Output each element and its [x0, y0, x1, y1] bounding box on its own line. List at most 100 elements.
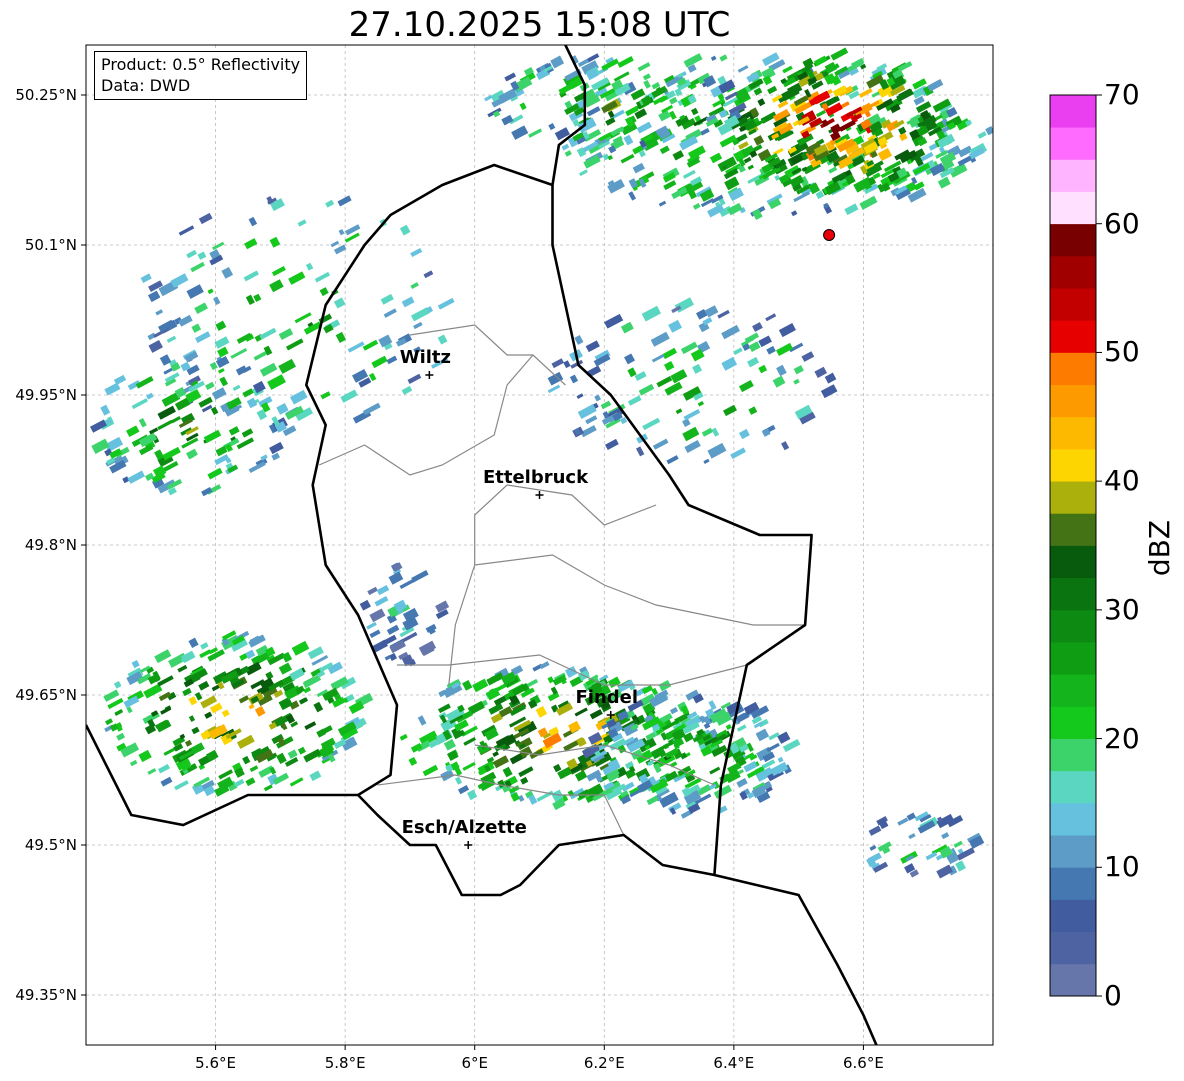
lat-tick-label: 49.35°N: [15, 986, 77, 1004]
echo-cell: [635, 446, 645, 457]
echo-cell: [586, 106, 601, 117]
echo-cell: [305, 262, 314, 271]
echo-cell: [604, 313, 624, 329]
echo-cell: [89, 419, 107, 433]
echo-cell: [651, 353, 665, 363]
neighbour-border: [714, 873, 878, 1045]
echo-cell: [380, 293, 394, 305]
echo-cell: [956, 847, 975, 861]
echo-cell: [104, 382, 121, 396]
echo-cell: [218, 769, 234, 780]
echo-cell: [709, 766, 721, 775]
echo-cell: [411, 570, 429, 583]
echo-cell: [359, 599, 371, 611]
echo-cell: [113, 680, 122, 689]
echo-cell: [362, 339, 379, 351]
echo-cell: [738, 380, 754, 393]
city-label: Findel: [575, 687, 639, 708]
echo-cell: [314, 271, 331, 283]
echo-cell: [576, 736, 586, 747]
echo-cell: [454, 776, 463, 785]
echo-cell: [953, 840, 963, 848]
echo-cell: [408, 756, 418, 766]
echo-cell: [753, 135, 765, 146]
echo-cell: [869, 844, 877, 851]
echo-cell: [244, 238, 258, 250]
echo-cell: [941, 832, 950, 840]
echo-cell: [564, 150, 572, 157]
echo-cell: [207, 467, 223, 480]
echo-cell: [594, 394, 601, 402]
echo-cell: [730, 447, 746, 460]
colorbar-segment: [1050, 384, 1096, 418]
echo-cell: [369, 608, 386, 623]
echo-cell: [186, 284, 204, 299]
echo-cell: [659, 145, 670, 155]
echo-cell: [781, 441, 790, 451]
echo-cell: [492, 755, 509, 769]
colorbar-tick-label: 50: [1104, 335, 1140, 369]
echo-cell: [232, 384, 241, 391]
echo-cell: [637, 62, 651, 72]
echo-cell: [472, 678, 489, 693]
echo-cell: [650, 331, 670, 347]
echo-cell: [290, 389, 308, 405]
echo-cell: [701, 427, 714, 437]
echo-cell: [259, 362, 278, 377]
echo-cell: [782, 65, 793, 74]
echo-cell: [708, 700, 717, 710]
echo-cell: [858, 88, 873, 98]
echo-cell: [321, 725, 333, 735]
echo-cell: [641, 684, 654, 695]
echo-cell: [269, 279, 284, 293]
lat-tick-label: 50.25°N: [15, 86, 77, 104]
echo-cell: [550, 55, 565, 69]
echo-cell: [955, 860, 966, 872]
echo-cell: [607, 154, 613, 161]
echo-cell: [585, 340, 600, 353]
echo-cell: [157, 419, 173, 431]
lon-tick-label: 5.8°E: [324, 1054, 366, 1072]
echo-cell: [772, 375, 786, 388]
echo-cell: [624, 353, 635, 365]
echo-cell: [213, 296, 221, 305]
echo-cell: [303, 748, 322, 763]
echo-cell: [386, 355, 398, 365]
echo-cell: [269, 441, 284, 455]
echo-cell: [236, 734, 255, 749]
echo-cell: [927, 78, 944, 92]
colorbar-tick-label: 30: [1104, 592, 1140, 626]
echo-cell: [690, 107, 699, 116]
echo-cell: [684, 440, 701, 453]
echo-cell: [399, 733, 408, 741]
echo-cell: [386, 624, 400, 635]
echo-cell: [561, 143, 570, 151]
echo-cell: [333, 297, 346, 309]
echo-cell: [294, 312, 312, 324]
echo-cell: [278, 696, 293, 711]
echo-cell: [697, 400, 705, 407]
echo-cell: [410, 307, 430, 322]
echo-cell: [366, 621, 377, 630]
echo-cell: [423, 270, 434, 279]
echo-cell: [634, 371, 647, 382]
echo-cell: [717, 309, 730, 319]
echo-cell: [937, 176, 951, 189]
echo-cell: [437, 297, 455, 310]
echo-cell: [668, 319, 683, 333]
echo-cell: [221, 709, 230, 718]
echo-cell: [553, 763, 562, 773]
echo-cell: [758, 364, 768, 374]
colorbar-tick-label: 70: [1104, 78, 1140, 111]
echo-cell: [210, 406, 219, 415]
echo-cell: [201, 487, 213, 497]
echo-cell: [238, 695, 250, 704]
colorbar-segment: [1050, 931, 1096, 965]
echo-cell: [658, 679, 672, 692]
echo-cell: [791, 210, 798, 217]
echo-cell: [401, 385, 413, 395]
luxembourg-border: [305, 163, 813, 897]
echo-cell: [502, 766, 513, 778]
echo-cell: [194, 302, 208, 315]
echo-cell: [333, 244, 347, 255]
